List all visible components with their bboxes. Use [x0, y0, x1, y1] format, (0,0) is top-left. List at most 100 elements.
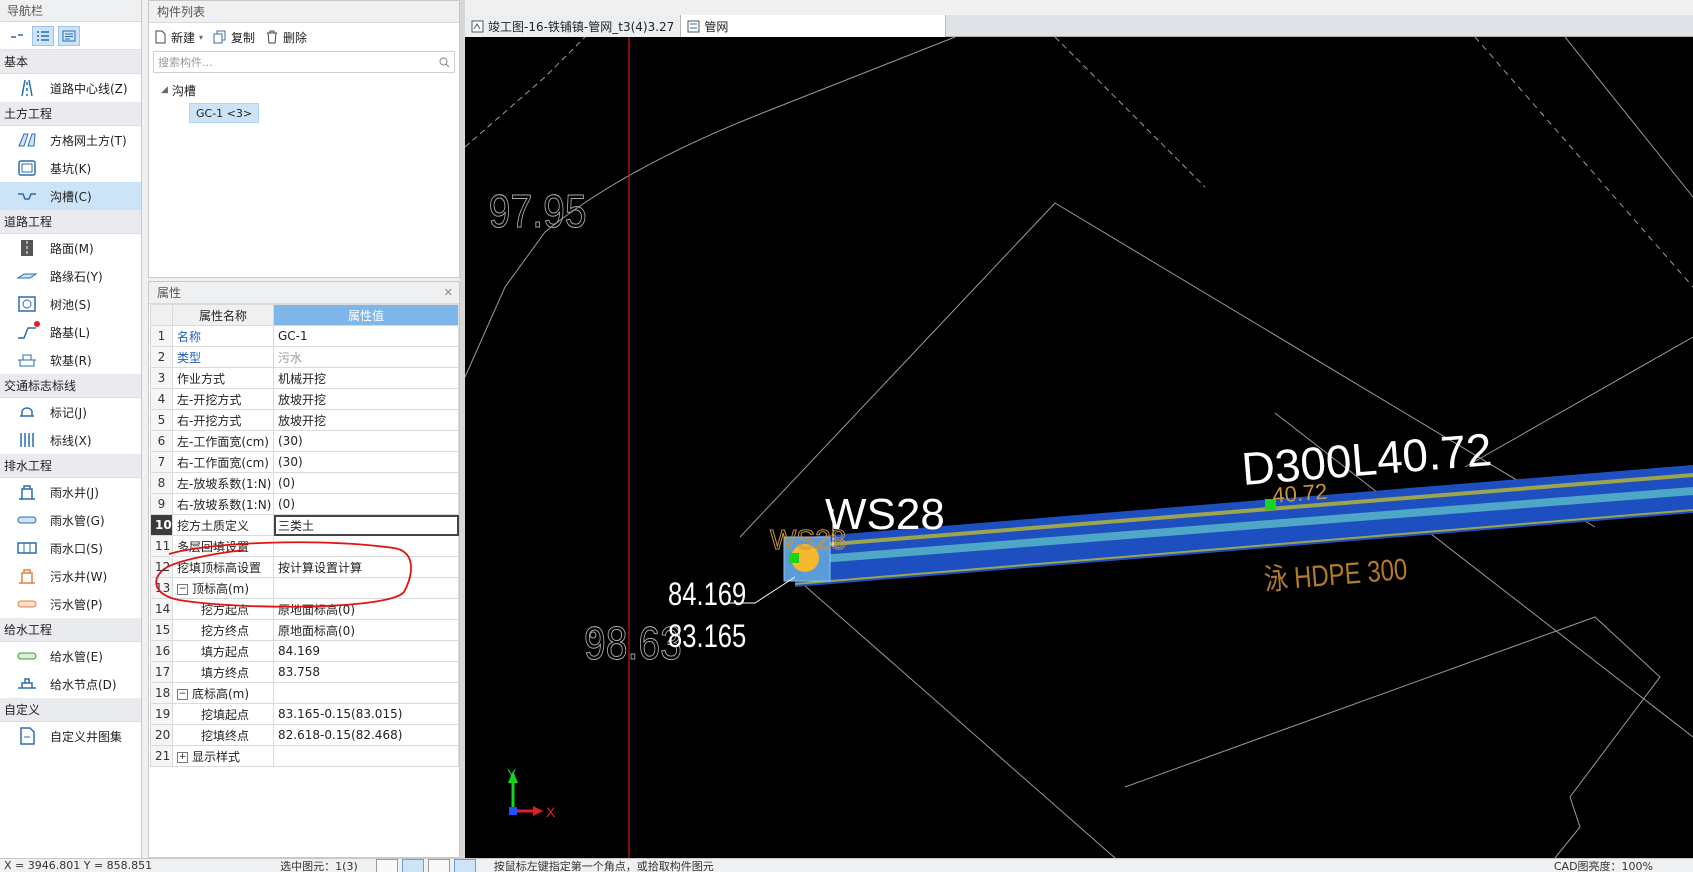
tree-node-trench[interactable]: ◢ 沟槽	[161, 79, 459, 101]
property-value[interactable]: 84.169	[273, 640, 459, 662]
property-row[interactable]: 18− 底标高(m)	[150, 682, 459, 704]
collapse-icon[interactable]	[6, 26, 28, 46]
new-button[interactable]: 新建 ▾	[153, 29, 203, 46]
property-value[interactable]	[273, 745, 459, 767]
delete-button[interactable]: 删除	[265, 29, 307, 46]
property-name-text: 右-放坡系数(1:N)	[177, 497, 272, 512]
nav-item[interactable]: 雨水管(G)	[0, 506, 141, 534]
property-row[interactable]: 8 左-放坡系数(1:N) (0)	[150, 472, 459, 494]
copy-button[interactable]: 复制	[213, 29, 255, 46]
nav-item[interactable]: 给水节点(D)	[0, 670, 141, 698]
nav-item[interactable]: 基坑(K)	[0, 154, 141, 182]
nav-item[interactable]: 自定义井图集	[0, 722, 141, 750]
property-value[interactable]: 放坡开挖	[273, 409, 459, 431]
property-name: 左-开挖方式	[172, 388, 274, 410]
nav-item[interactable]: 软基(R)	[0, 346, 141, 374]
ortho-toggle-icon[interactable]	[375, 859, 398, 872]
grid-toggle-icon[interactable]	[427, 859, 450, 872]
nav-item[interactable]: 污水管(P)	[0, 590, 141, 618]
nav-category[interactable]: 道路工程	[0, 210, 141, 234]
property-value[interactable]: 83.165-0.15(83.015)	[273, 703, 459, 725]
nav-item[interactable]: 树池(S)	[0, 290, 141, 318]
property-row[interactable]: 21 + 显示样式	[150, 745, 459, 767]
property-row[interactable]: 19 挖填起点 83.165-0.15(83.015)	[150, 703, 459, 725]
close-icon[interactable]: ✕	[444, 282, 453, 303]
component-search-input[interactable]: 搜索构件...	[153, 51, 455, 73]
property-value[interactable]: 82.618-0.15(82.468)	[273, 724, 459, 746]
property-value[interactable]: 原地面标高(0)	[273, 619, 459, 641]
property-value[interactable]: 污水	[273, 346, 459, 368]
nav-category[interactable]: 排水工程	[0, 454, 141, 478]
property-row[interactable]: 4 左-开挖方式 放坡开挖	[150, 388, 459, 410]
property-row[interactable]: 1 名称 GC-1	[150, 325, 459, 347]
list-view-icon[interactable]	[32, 25, 54, 46]
property-row[interactable]: 17 填方终点 83.758	[150, 661, 459, 683]
cad-brightness: CAD图亮度：100%	[1553, 859, 1653, 872]
nav-category[interactable]: 给水工程	[0, 618, 141, 642]
nav-item[interactable]: 雨水井(J)	[0, 478, 141, 506]
nav-category[interactable]: 自定义	[0, 698, 141, 722]
ucs-y-label: Y	[507, 766, 517, 782]
property-row[interactable]: 7 右-工作面宽(cm) (30)	[150, 451, 459, 473]
nav-item[interactable]: 路缘石(Y)	[0, 262, 141, 290]
sewage-well-icon	[16, 566, 38, 586]
nav-item[interactable]: 给水管(E)	[0, 642, 141, 670]
nav-category[interactable]: 交通标志标线	[0, 374, 141, 398]
property-row[interactable]: 5 右-开挖方式 放坡开挖	[150, 409, 459, 431]
tab-pipe-network-label: 管网	[704, 19, 729, 34]
boundary-line	[1564, 37, 1693, 198]
property-name: − 底标高(m)	[172, 682, 274, 704]
property-value[interactable]: 83.758	[273, 661, 459, 683]
nav-item[interactable]: 路面(M)	[0, 234, 141, 262]
nav-item[interactable]: 方格网土方(T)	[0, 126, 141, 154]
property-value[interactable]	[273, 682, 459, 704]
property-row[interactable]: 2 类型 污水	[150, 346, 459, 368]
nav-category[interactable]: 基本	[0, 50, 141, 74]
nav-item[interactable]: 标记(J)	[0, 398, 141, 426]
property-value[interactable]: (30)	[273, 451, 459, 473]
property-row[interactable]: 9 右-放坡系数(1:N) (0)	[150, 493, 459, 515]
property-value[interactable]: (0)	[273, 493, 459, 515]
property-name-text: 显示样式	[192, 749, 241, 764]
property-value[interactable]: 三类土	[273, 514, 459, 536]
expand-icon[interactable]: +	[177, 751, 188, 763]
property-name: 挖填起点	[172, 703, 274, 725]
nav-item[interactable]: 标线(X)	[0, 426, 141, 454]
nav-item[interactable]: 路基(L)	[0, 318, 141, 346]
property-value[interactable]: (30)	[273, 430, 459, 452]
property-row[interactable]: 20 挖填终点 82.618-0.15(82.468)	[150, 724, 459, 746]
property-value[interactable]: 机械开挖	[273, 367, 459, 389]
property-value[interactable]: GC-1	[273, 325, 459, 347]
tree-leaf-gc1[interactable]: GC-1 <3>	[189, 103, 260, 123]
header-name: 属性名称	[172, 304, 274, 326]
property-row[interactable]: 6 左-工作面宽(cm) (30)	[150, 430, 459, 452]
line-marking-icon	[16, 430, 38, 450]
snap-toggle-icon[interactable]	[401, 859, 424, 872]
collapse-icon[interactable]: −	[177, 688, 188, 700]
property-row[interactable]: 10 挖方土质定义 三类土	[150, 514, 459, 536]
property-row[interactable]: 16 填方起点 84.169	[150, 640, 459, 662]
tab-pipe-network[interactable]: 管网	[681, 15, 947, 37]
nav-item-label: 方格网土方(T)	[50, 133, 127, 148]
coordinate-readout: X = 3946.801 Y = 858.851	[4, 859, 153, 872]
property-value[interactable]: 放坡开挖	[273, 388, 459, 410]
property-row[interactable]: 3 作业方式 机械开挖	[150, 367, 459, 389]
nav-item[interactable]: 污水井(W)	[0, 562, 141, 590]
property-name-text: 类型	[177, 350, 202, 365]
tab-drawing[interactable]: 竣工图-16-铁铺镇-管网_t3(4)3.27	[465, 15, 682, 37]
property-value[interactable]: (0)	[273, 472, 459, 494]
nav-item[interactable]: 沟槽(C)	[0, 182, 141, 210]
search-icon[interactable]	[439, 57, 450, 68]
pavement-icon	[16, 238, 38, 258]
nav-item-label: 给水节点(D)	[50, 677, 117, 692]
nav-item[interactable]: 道路中心线(Z)	[0, 74, 141, 102]
detail-view-icon[interactable]	[58, 25, 80, 46]
chevron-down-icon[interactable]: ▾	[199, 33, 203, 42]
property-name: 填方终点	[172, 661, 274, 683]
nav-category[interactable]: 土方工程	[0, 102, 141, 126]
nav-item[interactable]: 雨水口(S)	[0, 534, 141, 562]
property-row[interactable]: 15 挖方终点 原地面标高(0)	[150, 619, 459, 641]
cad-canvas[interactable]: 97.95 98.63 WS28 WS28 D300L40.72 40.72 8…	[465, 37, 1693, 858]
chevron-down-icon[interactable]: ◢	[161, 85, 168, 95]
polar-toggle-icon[interactable]	[453, 859, 476, 872]
